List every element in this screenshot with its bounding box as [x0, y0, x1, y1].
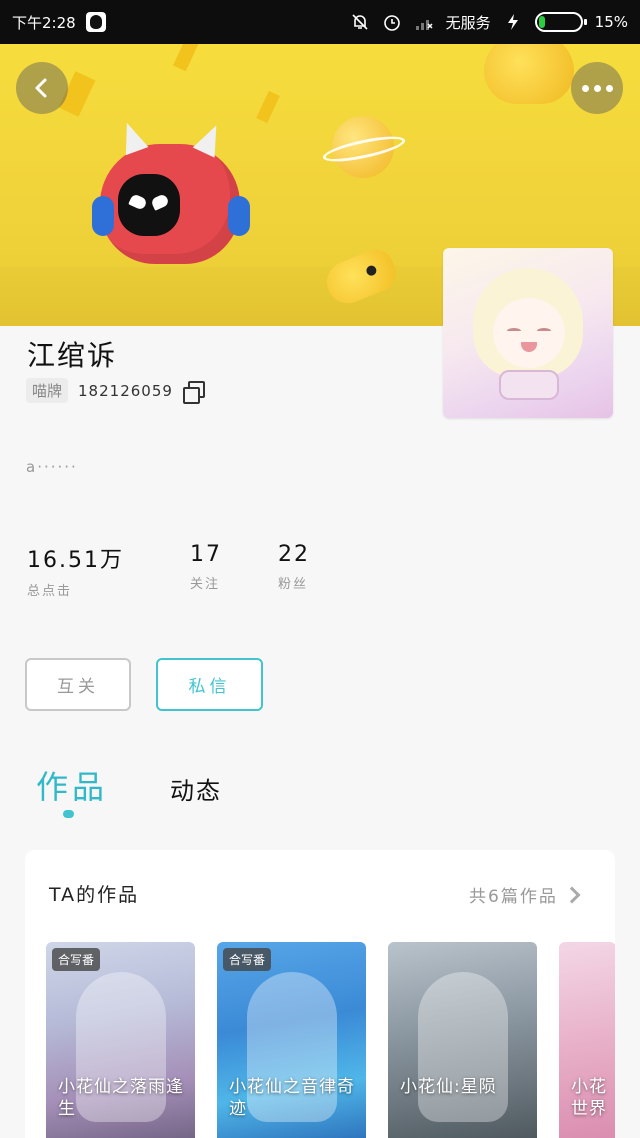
profile-tabs: 作品 动态 [36, 762, 222, 808]
stat-fans[interactable]: 22 粉丝 [278, 542, 310, 599]
work-cover[interactable]: 小花仙:星陨 [388, 942, 537, 1138]
alarm-icon [383, 15, 400, 31]
stat-label: 关注 [190, 577, 221, 592]
stat-label: 粉丝 [278, 577, 309, 592]
battery-icon [534, 12, 587, 32]
status-time: 下午2:28 [12, 13, 76, 32]
charging-icon [507, 14, 518, 30]
tab-indicator [63, 810, 74, 818]
more-button[interactable] [571, 62, 623, 114]
lemon-decoration [484, 44, 574, 104]
work-cover[interactable]: 合写番 小花仙之落雨逢生 [46, 942, 195, 1138]
stat-following[interactable]: 17 关注 [190, 542, 278, 599]
work-badge: 合写番 [52, 948, 101, 971]
work-cover[interactable]: 合写番 小花仙之音律奇迹 [217, 942, 366, 1138]
robot-illustration [92, 118, 250, 264]
id-number: 182126059 [78, 381, 173, 400]
stat-total-clicks: 16.51万 总点击 [27, 542, 190, 599]
works-list: 合写番 小花仙之落雨逢生 合写番 小花仙之音律奇迹 小花仙:星陨 小花世界 [46, 942, 615, 1138]
stat-value: 17 [190, 542, 222, 567]
work-cover[interactable]: 小花世界 [559, 942, 615, 1138]
works-count-link[interactable]: 共6篇作品 [469, 882, 581, 907]
battery-percent: 15% [594, 13, 628, 31]
work-badge: 合写番 [223, 948, 272, 971]
user-id-row: 喵牌 182126059 [26, 378, 205, 404]
tab-works[interactable]: 作品 [36, 762, 108, 808]
work-title: 小花仙之音律奇迹 [229, 1077, 355, 1119]
carrier-text: 无服务 [445, 13, 491, 32]
back-button[interactable] [16, 62, 68, 114]
id-label: 喵牌 [26, 378, 69, 403]
private-message-button[interactable]: 私信 [156, 658, 263, 711]
user-signature: a······ [26, 458, 78, 476]
avatar[interactable] [443, 248, 613, 418]
work-title: 小花仙之落雨逢生 [58, 1077, 184, 1119]
tab-dynamics[interactable]: 动态 [170, 771, 222, 808]
work-title: 小花世界 [571, 1077, 607, 1119]
copy-icon[interactable] [182, 380, 205, 404]
works-card: TA的作品 共6篇作品 合写番 小花仙之落雨逢生 合写番 小花仙之音律奇迹 小花… [25, 850, 615, 1138]
mutual-follow-button[interactable]: 互关 [25, 658, 131, 711]
stat-label: 总点击 [27, 584, 73, 599]
works-count: 共6篇作品 [469, 887, 558, 907]
more-dots-icon [581, 84, 613, 92]
qq-icon [85, 12, 106, 32]
signal-icon [415, 20, 433, 30]
mute-bell-icon [352, 14, 368, 30]
stats-row: 16.51万 总点击 17 关注 22 粉丝 [27, 542, 310, 599]
chevron-left-icon [35, 78, 47, 98]
works-title: TA的作品 [49, 884, 140, 906]
stat-value: 22 [278, 542, 310, 567]
stat-value: 16.51万 [27, 548, 124, 573]
user-name: 江绾诉 [27, 339, 118, 372]
work-title: 小花仙:星陨 [400, 1077, 497, 1097]
chevron-right-icon [563, 886, 581, 903]
battery-level [538, 16, 545, 28]
status-bar: 下午2:28 无服务 15% [0, 0, 640, 44]
